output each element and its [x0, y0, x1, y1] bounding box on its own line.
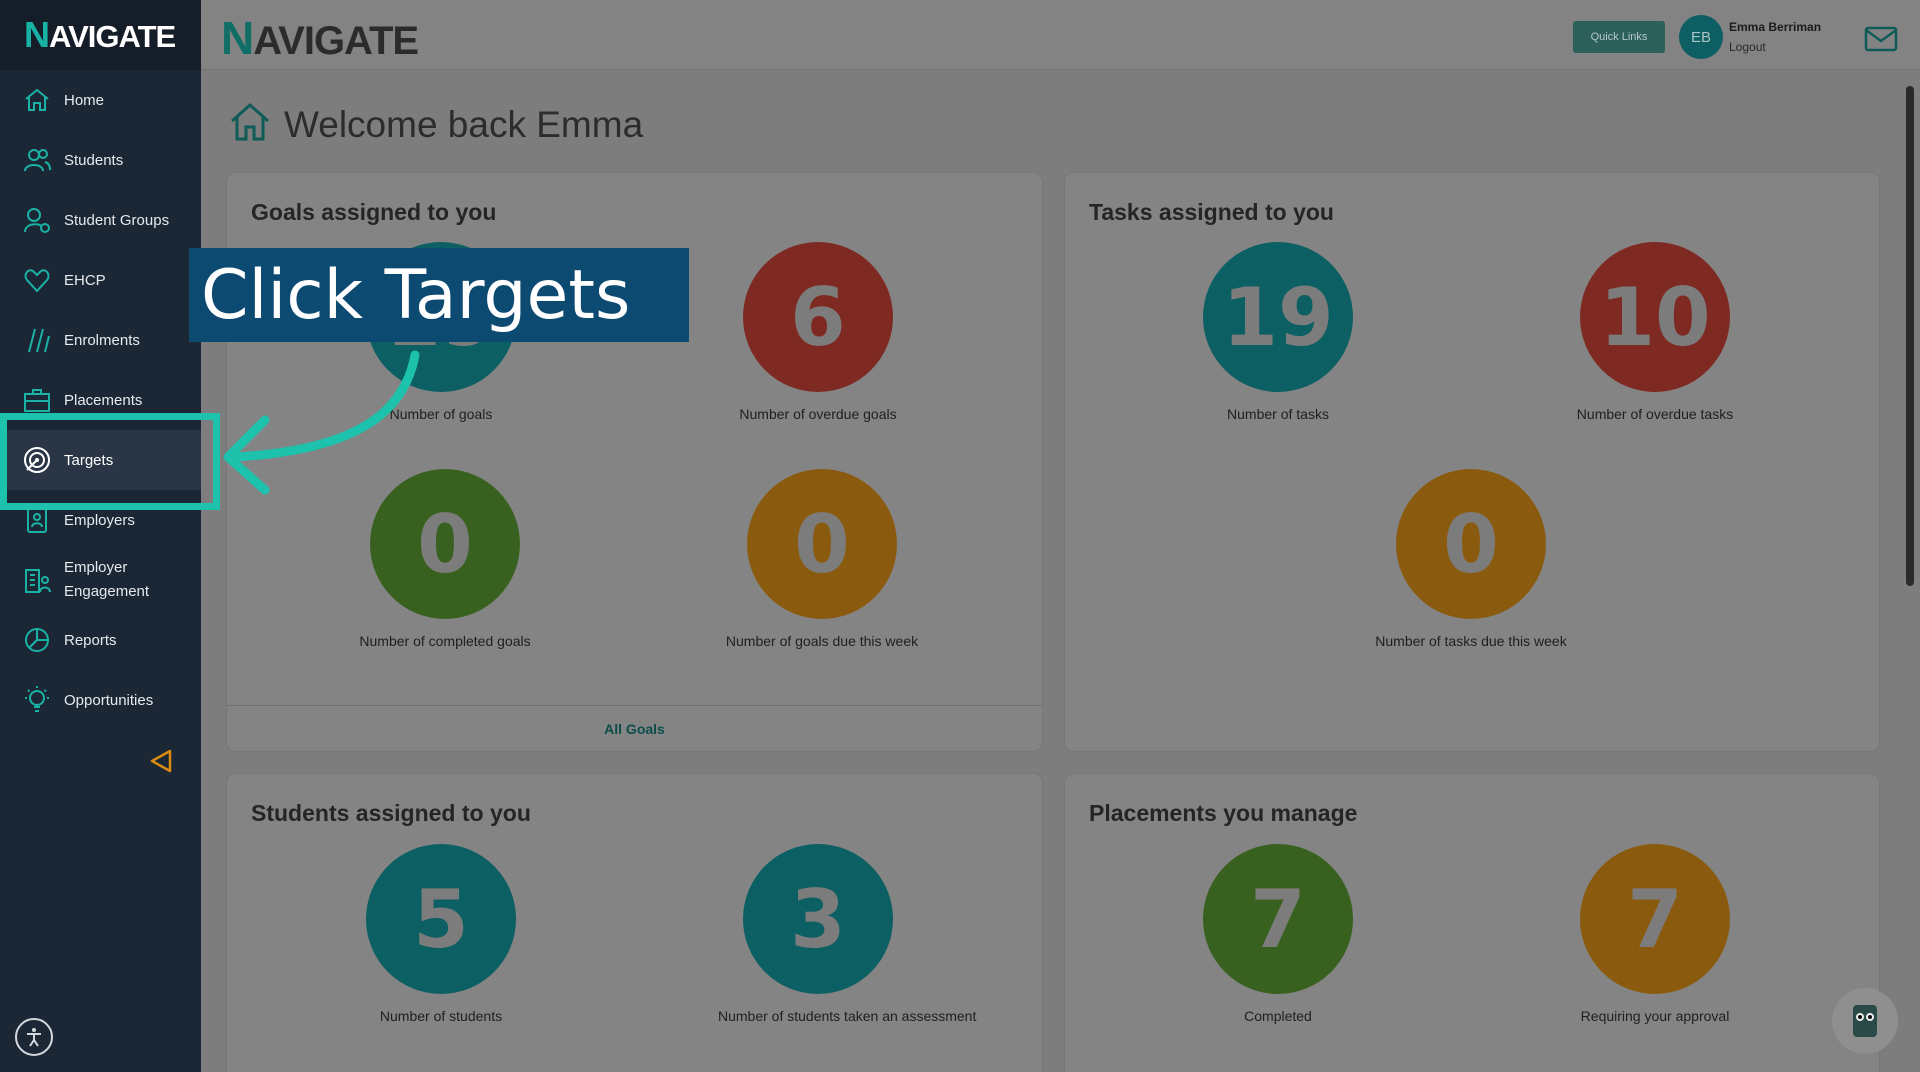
placements-card: Placements you manage 7 Completed 7 Requ…: [1064, 773, 1880, 1072]
sidebar-item-students[interactable]: Students: [0, 130, 201, 190]
stat-circle: 0: [1396, 469, 1546, 619]
sidebar-item-label: Opportunities: [64, 691, 154, 709]
building-icon: [22, 565, 52, 595]
stat-circle: 7: [1203, 844, 1353, 994]
stat-label: Number of students taken an assessment: [718, 1008, 977, 1024]
sidebar-item-home[interactable]: Home: [0, 70, 201, 130]
sidebar-item-employer-engagement[interactable]: Employer Engagement: [0, 550, 201, 610]
stat-placements-requiring-approval[interactable]: 7 Requiring your approval: [1555, 844, 1755, 1024]
all-goals-link[interactable]: All Goals: [227, 705, 1042, 751]
card-title: Students assigned to you: [251, 800, 531, 826]
sidebar-item-label: Employer Engagement: [64, 559, 150, 600]
sidebar-item-label: Placements: [64, 391, 143, 409]
stat-overdue-goals[interactable]: 6 Number of overdue goals: [718, 242, 918, 422]
top-bar: NAVIGATE Quick Links EB Emma Berriman Lo…: [201, 0, 1920, 70]
curved-arrow-icon: [223, 350, 420, 495]
stat-circle: 5: [366, 844, 516, 994]
stat-circle: 6: [743, 242, 893, 392]
sidebar: NAVIGATE Home Students Student Groups EH…: [0, 0, 201, 1072]
home-icon: [22, 85, 52, 115]
home-icon: [228, 100, 272, 149]
page-header: Welcome back Emma: [228, 100, 643, 149]
sidebar-item-enrolments[interactable]: Enrolments: [0, 310, 201, 370]
users-icon: [22, 145, 52, 175]
sidebar-item-label: Student Groups: [64, 211, 170, 229]
header-logo[interactable]: NAVIGATE: [221, 11, 419, 65]
scrollbar-thumb[interactable]: [1906, 86, 1914, 586]
sidebar-item-label: Home: [64, 91, 105, 109]
stat-label: Requiring your approval: [1580, 1008, 1730, 1024]
user-name: Emma Berriman: [1729, 20, 1822, 34]
accessibility-icon[interactable]: [15, 1018, 53, 1056]
scrollbar[interactable]: [1904, 72, 1916, 1072]
students-card: Students assigned to you 5 Number of stu…: [226, 773, 1043, 1072]
stat-label: Number of tasks due this week: [1375, 633, 1567, 649]
stat-label: Number of students: [379, 1008, 503, 1024]
stat-circle: 0: [747, 469, 897, 619]
briefcase-icon: [22, 385, 52, 415]
stat-placements-completed[interactable]: 7 Completed: [1178, 844, 1378, 1024]
sidebar-item-opportunities[interactable]: Opportunities: [0, 670, 201, 730]
sidebar-item-reports[interactable]: Reports: [0, 610, 201, 670]
pie-chart-icon: [22, 625, 52, 655]
stat-tasks-due-this-week[interactable]: 0 Number of tasks due this week: [1371, 469, 1571, 649]
sidebar-item-label: Students: [64, 151, 124, 169]
slashes-icon: [22, 325, 52, 355]
stat-number-of-students[interactable]: 5 Number of students: [341, 844, 541, 1024]
card-title: Goals assigned to you: [251, 199, 497, 225]
mail-icon[interactable]: [1864, 26, 1898, 57]
card-title: Tasks assigned to you: [1089, 199, 1334, 225]
stat-circle: 10: [1580, 242, 1730, 392]
sidebar-item-label: EHCP: [64, 271, 106, 289]
stat-circle: 3: [743, 844, 893, 994]
stat-circle: 19: [1203, 242, 1353, 392]
avatar[interactable]: EB: [1679, 15, 1723, 59]
stat-label: Number of completed goals: [359, 633, 531, 649]
stat-label: Number of tasks: [1227, 406, 1329, 422]
tasks-card: Tasks assigned to you 19 Number of tasks…: [1064, 172, 1880, 752]
tutorial-callout: Click Targets: [189, 248, 689, 342]
stat-label: Completed: [1244, 1008, 1312, 1024]
quick-links-button[interactable]: Quick Links: [1573, 21, 1665, 53]
sidebar-logo[interactable]: NAVIGATE: [0, 0, 201, 70]
card-title: Placements you manage: [1089, 800, 1358, 826]
sidebar-item-label: Enrolments: [64, 331, 140, 349]
stat-circle: 7: [1580, 844, 1730, 994]
logout-link[interactable]: Logout: [1729, 40, 1766, 54]
stat-goals-due-this-week[interactable]: 0 Number of goals due this week: [722, 469, 922, 649]
logo: NAVIGATE: [24, 14, 176, 55]
heart-icon: [22, 265, 52, 295]
sidebar-nav: Home Students Student Groups EHCP Enrolm…: [0, 70, 201, 730]
targets-highlight: [0, 413, 220, 510]
chat-assistant-icon[interactable]: [1832, 988, 1898, 1054]
user-group-icon: [22, 205, 52, 235]
page-title: Welcome back Emma: [284, 103, 644, 145]
stat-label: Number of overdue tasks: [1576, 406, 1734, 422]
lightbulb-icon: [22, 685, 52, 715]
sidebar-item-student-groups[interactable]: Student Groups: [0, 190, 201, 250]
stat-students-assessed[interactable]: 3 Number of students taken an assessment: [718, 844, 977, 1024]
stat-label: Number of overdue goals: [739, 406, 897, 422]
sidebar-item-label: Reports: [64, 631, 117, 649]
sidebar-item-label: Employers: [64, 511, 135, 529]
stat-label: Number of goals due this week: [725, 633, 919, 649]
stat-overdue-tasks[interactable]: 10 Number of overdue tasks: [1555, 242, 1755, 422]
sidebar-item-ehcp[interactable]: EHCP: [0, 250, 201, 310]
stat-number-of-tasks[interactable]: 19 Number of tasks: [1178, 242, 1378, 422]
collapse-sidebar-icon[interactable]: [148, 748, 174, 774]
